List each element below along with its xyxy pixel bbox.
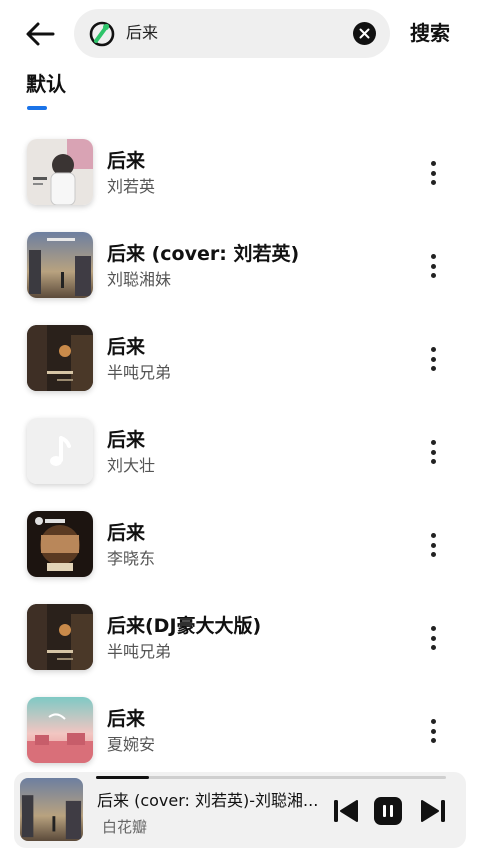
music-note-placeholder-icon bbox=[27, 418, 93, 484]
song-row[interactable]: 后来 夏婉安 bbox=[0, 685, 480, 778]
search-input[interactable]: 后来 bbox=[126, 22, 158, 44]
song-title: 后来 bbox=[107, 522, 146, 544]
tab-default[interactable]: 默认 bbox=[26, 70, 66, 98]
song-artist: 夏婉安 bbox=[107, 735, 156, 754]
album-cover bbox=[27, 604, 93, 670]
song-row[interactable]: 后来(DJ豪大大版) 半吨兄弟 bbox=[0, 592, 480, 685]
skip-previous-icon bbox=[334, 800, 358, 822]
song-title: 后来(DJ豪大大版) bbox=[107, 615, 262, 637]
next-button[interactable] bbox=[419, 798, 447, 824]
pause-icon bbox=[383, 805, 393, 817]
tab-indicator bbox=[27, 106, 47, 110]
album-cover bbox=[27, 139, 93, 205]
back-button[interactable] bbox=[22, 18, 58, 50]
search-box[interactable]: 后来 bbox=[74, 9, 390, 58]
previous-button[interactable] bbox=[332, 798, 360, 824]
song-title: 后来 bbox=[107, 150, 146, 172]
more-options-icon[interactable] bbox=[420, 715, 446, 747]
progress-fill bbox=[96, 776, 149, 779]
song-title: 后来 bbox=[107, 708, 146, 730]
song-title: 后来 (cover: 刘若英) bbox=[107, 243, 300, 265]
more-options-icon[interactable] bbox=[420, 529, 446, 561]
song-title: 后来 bbox=[107, 429, 146, 451]
sort-tabs: 默认 bbox=[0, 70, 480, 114]
album-cover bbox=[27, 697, 93, 763]
album-cover bbox=[27, 511, 93, 577]
arrow-left-icon bbox=[26, 22, 55, 46]
clear-search-button[interactable] bbox=[353, 22, 376, 45]
album-cover bbox=[27, 232, 93, 298]
qq-music-logo-icon bbox=[89, 21, 115, 47]
song-artist: 半吨兄弟 bbox=[107, 642, 172, 661]
song-artist: 刘聪湘妹 bbox=[107, 270, 172, 289]
mini-player[interactable]: 后来 (cover: 刘若英)-刘聪湘... 白花瓣 bbox=[14, 772, 466, 848]
player-album-cover[interactable] bbox=[20, 778, 83, 841]
more-options-icon[interactable] bbox=[420, 436, 446, 468]
song-artist: 刘大壮 bbox=[107, 456, 156, 475]
song-artist: 刘若英 bbox=[107, 177, 156, 196]
more-options-icon[interactable] bbox=[420, 622, 446, 654]
song-row[interactable]: 后来 刘若英 bbox=[0, 127, 480, 220]
search-button[interactable]: 搜索 bbox=[410, 20, 450, 46]
clear-circle-icon bbox=[359, 28, 370, 39]
player-song-artist: 白花瓣 bbox=[102, 818, 148, 836]
more-options-icon[interactable] bbox=[420, 157, 446, 189]
song-row[interactable]: 后来 半吨兄弟 bbox=[0, 313, 480, 406]
song-title: 后来 bbox=[107, 336, 146, 358]
song-artist: 李晓东 bbox=[107, 549, 156, 568]
progress-bar[interactable] bbox=[96, 776, 446, 779]
player-song-title: 后来 (cover: 刘若英)-刘聪湘... bbox=[97, 791, 319, 810]
song-row[interactable]: 后来 李晓东 bbox=[0, 499, 480, 592]
skip-next-icon bbox=[421, 800, 445, 822]
song-row[interactable]: 后来 刘大壮 bbox=[0, 406, 480, 499]
top-bar: 后来 搜索 bbox=[0, 0, 480, 70]
album-cover bbox=[27, 325, 93, 391]
pause-button[interactable] bbox=[374, 797, 402, 825]
more-options-icon[interactable] bbox=[420, 343, 446, 375]
song-row[interactable]: 后来 (cover: 刘若英) 刘聪湘妹 bbox=[0, 220, 480, 313]
song-artist: 半吨兄弟 bbox=[107, 363, 172, 382]
more-options-icon[interactable] bbox=[420, 250, 446, 282]
